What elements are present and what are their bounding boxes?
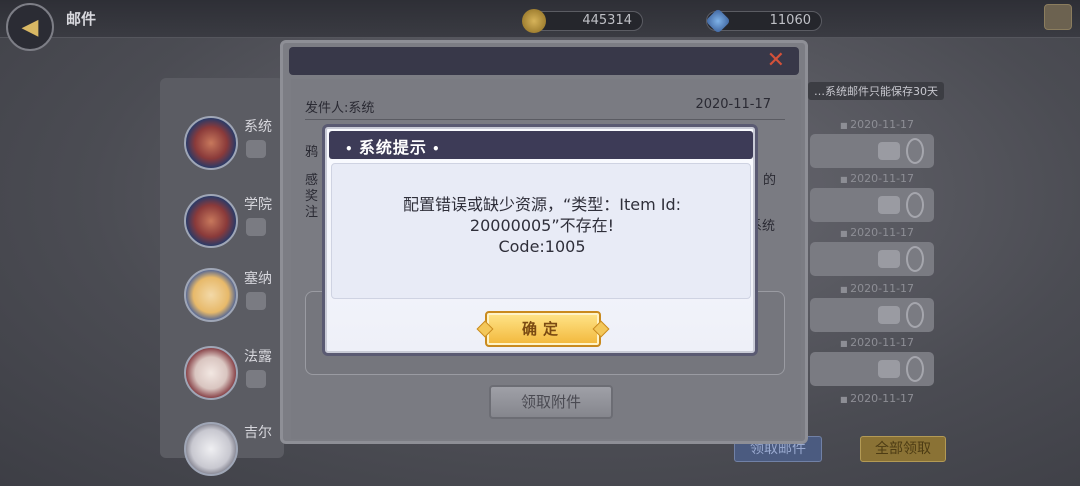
gift-icon (246, 140, 266, 158)
wing-icon (906, 192, 924, 218)
gift-icon (246, 292, 266, 310)
mail-sender-name: 系统 (244, 119, 272, 135)
error-line-2: 20000005”不存在! (469, 216, 615, 235)
mail-row[interactable]: 2020-11-17 (810, 282, 936, 332)
avatar (184, 194, 238, 248)
divider (305, 119, 785, 120)
receive-attachment-button[interactable]: 领取附件 (489, 385, 613, 419)
back-arrow-icon: ◀ (21, 14, 39, 40)
error-line-3: Code:1005 (498, 237, 586, 256)
mail-row-card (810, 242, 934, 276)
gift-icon (246, 370, 266, 388)
mail-row-date: 2020-11-17 (840, 172, 914, 185)
gift-icon (246, 218, 266, 236)
gem-counter[interactable]: 11060 (705, 8, 822, 34)
mail-text: 注 (305, 205, 319, 220)
gift-icon (878, 142, 900, 160)
mail-sender-name: 学院 (244, 197, 272, 213)
gift-icon (878, 306, 900, 324)
page-title: 邮件 (66, 10, 97, 28)
gem-icon (705, 8, 731, 34)
system-prompt-header: 系统提示 (329, 131, 753, 159)
mail-item-4[interactable]: 法露 (170, 340, 288, 412)
mail-text: 的 (763, 173, 777, 188)
mail-row[interactable]: 2020-11-17 (810, 336, 936, 386)
wing-icon (906, 246, 924, 272)
mail-retention-tip: …系统邮件只能保存30天 (808, 82, 944, 100)
avatar (184, 116, 238, 170)
system-prompt-dialog: 系统提示 配置错误或缺少资源，“类型：Item Id: 20000005”不存在… (322, 124, 758, 356)
mail-text: 鸦 (305, 145, 319, 160)
mail-sender-name: 法露 (244, 349, 272, 365)
gold-coin-icon (522, 9, 546, 33)
wing-icon (906, 138, 924, 164)
mail-row-card (810, 188, 934, 222)
gift-icon (878, 196, 900, 214)
error-message: 配置错误或缺少资源，“类型：Item Id: 20000005”不存在! Cod… (332, 194, 752, 257)
mail-item-5[interactable]: 吉尔 (170, 416, 288, 486)
mail-detail-header: ✕ (289, 47, 799, 75)
wing-icon (906, 302, 924, 328)
mail-row-card (810, 134, 934, 168)
mail-row[interactable]: 2020-11-17 (810, 226, 936, 276)
system-prompt-title: 系统提示 (345, 134, 441, 158)
wing-icon (906, 356, 924, 382)
claim-all-button[interactable]: 全部领取 (860, 436, 946, 462)
gift-icon (878, 250, 900, 268)
mail-row[interactable]: 2020-11-17 (810, 172, 936, 222)
mail-sender-name: 塞纳 (244, 271, 272, 287)
mail-row[interactable]: 2020-11-17 (810, 118, 936, 168)
mail-row[interactable]: 2020-11-17 (810, 392, 936, 428)
gift-icon (878, 360, 900, 378)
mail-row-date: 2020-11-17 (840, 336, 914, 349)
mail-item-2[interactable]: 学院 (170, 188, 288, 260)
mail-item-3[interactable]: 塞纳 (170, 262, 288, 334)
error-line-1: 配置错误或缺少资源，“类型：Item Id: (402, 195, 682, 214)
close-icon[interactable]: ✕ (767, 50, 785, 72)
home-icon[interactable] (1044, 4, 1072, 30)
system-prompt-body: 配置错误或缺少资源，“类型：Item Id: 20000005”不存在! Cod… (331, 163, 751, 299)
avatar (184, 346, 238, 400)
back-button[interactable]: ◀ (6, 3, 54, 51)
mail-row-date: 2020-11-17 (840, 118, 914, 131)
mail-item-1[interactable]: 系统 (170, 110, 288, 182)
mail-date: 2020-11-17 (695, 97, 771, 112)
mail-row-date: 2020-11-17 (840, 226, 914, 239)
gem-amount: 11060 (769, 13, 811, 28)
top-bar: 邮件 445314 11060 (0, 0, 1080, 38)
gold-counter[interactable]: 445314 (522, 9, 643, 33)
mail-row-card (810, 352, 934, 386)
mail-sender-name: 吉尔 (244, 425, 272, 441)
mail-row-date: 2020-11-17 (840, 392, 914, 405)
gold-amount: 445314 (582, 13, 632, 28)
avatar (184, 422, 238, 476)
avatar (184, 268, 238, 322)
mail-row-date: 2020-11-17 (840, 282, 914, 295)
mail-row-card (810, 298, 934, 332)
confirm-button[interactable]: 确定 (485, 311, 601, 347)
mail-sender: 发件人:系统 (305, 101, 375, 116)
